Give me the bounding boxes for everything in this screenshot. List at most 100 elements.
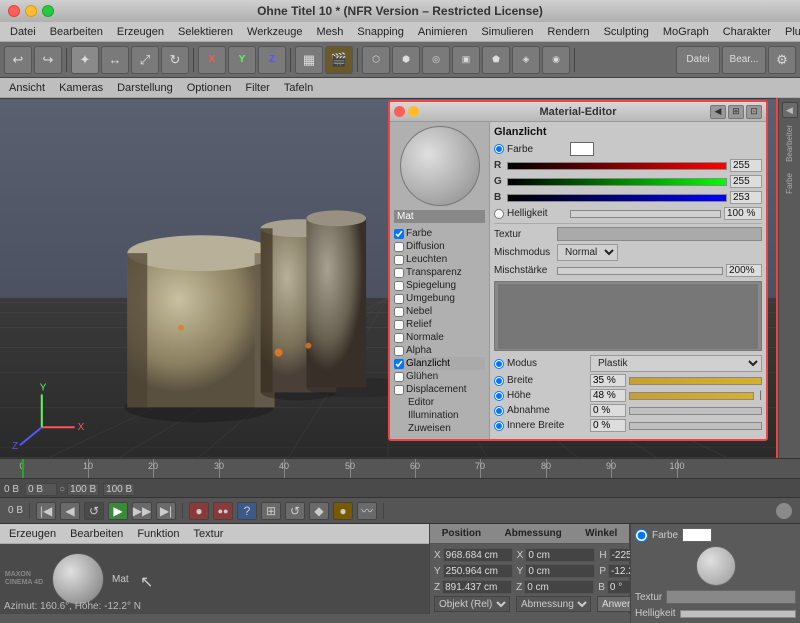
menu-simulieren[interactable]: Simulieren bbox=[475, 25, 539, 39]
y-axis-btn[interactable]: Y bbox=[228, 46, 256, 74]
ch-zuweisen[interactable]: Zuweisen bbox=[394, 422, 485, 435]
tr-rec-btn[interactable]: ● bbox=[189, 502, 209, 520]
ch-glanz-check[interactable] bbox=[394, 359, 404, 369]
tr-step-fwd[interactable]: ↺ bbox=[84, 502, 104, 520]
tr-rec2-btn[interactable]: ●● bbox=[213, 502, 233, 520]
ch-leuchten[interactable]: Leuchten bbox=[394, 253, 485, 266]
tr-play-btn[interactable]: ▶ bbox=[108, 502, 128, 520]
menu-rendern[interactable]: Rendern bbox=[541, 25, 595, 39]
tr-fast-fwd[interactable]: ▶▶ bbox=[132, 502, 152, 520]
close-button[interactable] bbox=[8, 5, 20, 17]
tr-step-back[interactable]: ◀ bbox=[60, 502, 80, 520]
me-b-value[interactable] bbox=[730, 191, 762, 204]
me-nav-icon2[interactable]: ⊡ bbox=[746, 105, 762, 119]
me-close-btn[interactable] bbox=[394, 106, 405, 117]
me-modus-radio[interactable] bbox=[494, 359, 504, 369]
obj7-btn[interactable]: ◉ bbox=[542, 46, 570, 74]
ch-farbe[interactable]: Farbe bbox=[394, 227, 485, 240]
menu-selektieren[interactable]: Selektieren bbox=[172, 25, 239, 39]
menu-bearbeiten[interactable]: Bearbeiten bbox=[44, 25, 109, 39]
pos-y-input[interactable] bbox=[443, 564, 513, 578]
ch-editor[interactable]: Editor bbox=[394, 396, 485, 409]
farbe-swatch[interactable] bbox=[682, 528, 712, 542]
me-mixmode-select[interactable]: Normal bbox=[557, 244, 618, 261]
tb2-filter[interactable]: Filter bbox=[240, 81, 274, 95]
me-bright-value[interactable] bbox=[724, 207, 762, 220]
ch-displacement[interactable]: Displacement bbox=[394, 383, 485, 396]
select-btn[interactable]: ✦ bbox=[71, 46, 99, 74]
ch-displ-check[interactable] bbox=[394, 385, 404, 395]
ch-illumination[interactable]: Illumination bbox=[394, 409, 485, 422]
tr-goto-start[interactable]: |◀ bbox=[36, 502, 56, 520]
pos-ysize-input[interactable] bbox=[525, 564, 595, 578]
me-nav-icon1[interactable]: ⊞ bbox=[728, 105, 744, 119]
tr-record-btn[interactable]: ● bbox=[333, 502, 353, 520]
obj2-btn[interactable]: ⬢ bbox=[392, 46, 420, 74]
minimize-button[interactable] bbox=[25, 5, 37, 17]
move-btn[interactable]: ↔ bbox=[101, 46, 129, 74]
ch-gluehen[interactable]: Glühen bbox=[394, 370, 485, 383]
menu-snapping[interactable]: Snapping bbox=[351, 25, 410, 39]
ch-normale[interactable]: Normale bbox=[394, 331, 485, 344]
material-ball-preview[interactable] bbox=[52, 553, 104, 605]
me-width-slider[interactable] bbox=[629, 377, 762, 385]
tl-fps-input[interactable] bbox=[67, 483, 99, 496]
me-bright-radio[interactable] bbox=[494, 209, 504, 219]
menu-mograph[interactable]: MoGraph bbox=[657, 25, 715, 39]
rotate-btn[interactable]: ↻ bbox=[161, 46, 189, 74]
pos-xsize-input[interactable] bbox=[525, 548, 595, 562]
farbe-bright-slider[interactable] bbox=[680, 610, 796, 618]
ch-alpha-check[interactable] bbox=[394, 346, 404, 356]
x-axis-btn[interactable]: X bbox=[198, 46, 226, 74]
ch-norm-check[interactable] bbox=[394, 333, 404, 343]
z-axis-btn[interactable]: Z bbox=[258, 46, 286, 74]
pos-z-input[interactable] bbox=[442, 580, 512, 594]
me-farbe-radio[interactable] bbox=[494, 144, 504, 154]
rp-btn1[interactable]: ◀ bbox=[782, 102, 798, 118]
me-b-slider[interactable] bbox=[507, 194, 727, 202]
menu-datei[interactable]: Datei bbox=[4, 25, 42, 39]
menu-animieren[interactable]: Animieren bbox=[412, 25, 474, 39]
farbe-radio[interactable] bbox=[635, 529, 648, 542]
menu-erzeugen[interactable]: Erzeugen bbox=[111, 25, 170, 39]
ch-spiegel-check[interactable] bbox=[394, 281, 404, 291]
menu-mesh[interactable]: Mesh bbox=[310, 25, 349, 39]
tr-keyframe-btn[interactable]: ◆ bbox=[309, 502, 329, 520]
undo-btn[interactable]: ↩ bbox=[4, 46, 32, 74]
maximize-button[interactable] bbox=[42, 5, 54, 17]
ch-umgeb-check[interactable] bbox=[394, 294, 404, 304]
obj4-btn[interactable]: ▣ bbox=[452, 46, 480, 74]
ch-umgebung[interactable]: Umgebung bbox=[394, 292, 485, 305]
redo-btn[interactable]: ↪ bbox=[34, 46, 62, 74]
me-inner-slider[interactable] bbox=[629, 422, 762, 430]
me-height-value[interactable] bbox=[590, 389, 626, 402]
ch-diffusion[interactable]: Diffusion bbox=[394, 240, 485, 253]
obj6-btn[interactable]: ◈ bbox=[512, 46, 540, 74]
ch-spiegelung[interactable]: Spiegelung bbox=[394, 279, 485, 292]
me-width-value[interactable] bbox=[590, 374, 626, 387]
me-r-slider[interactable] bbox=[507, 162, 727, 170]
me-nav-left-icon[interactable]: ◀ bbox=[710, 105, 726, 119]
me-color-swatch[interactable] bbox=[570, 142, 594, 156]
bt-funktion[interactable]: Funktion bbox=[132, 527, 184, 541]
obj5-btn[interactable]: ⬟ bbox=[482, 46, 510, 74]
tr-snap-btn[interactable]: ⊞ bbox=[261, 502, 281, 520]
me-height-slider[interactable] bbox=[629, 392, 754, 400]
pos-zsize-input[interactable] bbox=[524, 580, 594, 594]
menu-werkzeuge[interactable]: Werkzeuge bbox=[241, 25, 308, 39]
menu-charakter[interactable]: Charakter bbox=[717, 25, 777, 39]
render-btn[interactable]: 🎬 bbox=[325, 46, 353, 74]
ch-glueh-check[interactable] bbox=[394, 372, 404, 382]
ch-alpha[interactable]: Alpha bbox=[394, 344, 485, 357]
ch-trans-check[interactable] bbox=[394, 268, 404, 278]
settings-btn[interactable]: ⚙ bbox=[768, 46, 796, 74]
ch-leuchten-check[interactable] bbox=[394, 255, 404, 265]
tr-goto-end[interactable]: ▶| bbox=[156, 502, 176, 520]
ch-farbe-check[interactable] bbox=[394, 229, 404, 239]
me-g-value[interactable] bbox=[730, 175, 762, 188]
bt-textur[interactable]: Textur bbox=[189, 527, 229, 541]
me-min-btn[interactable] bbox=[408, 106, 419, 117]
me-falloff-radio[interactable] bbox=[494, 406, 504, 416]
ch-transparenz[interactable]: Transparenz bbox=[394, 266, 485, 279]
me-height-radio[interactable] bbox=[494, 391, 504, 401]
